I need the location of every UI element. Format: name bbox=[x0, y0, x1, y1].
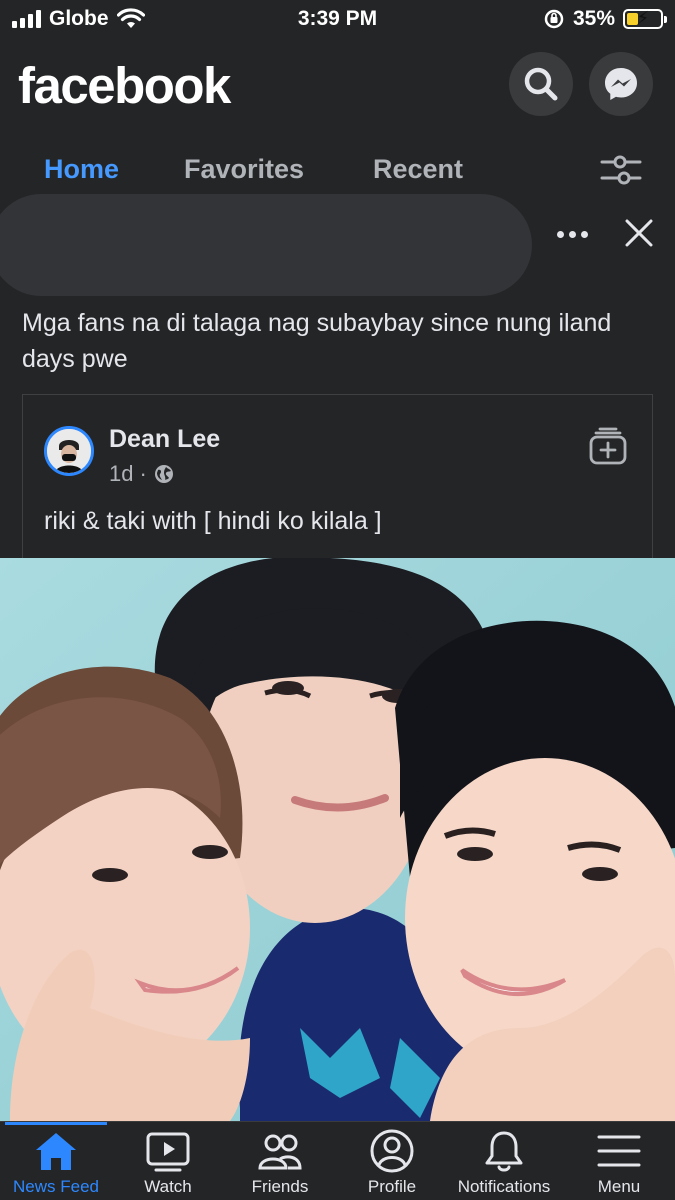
post-time[interactable]: 1d bbox=[109, 461, 133, 487]
author-name[interactable]: Dean Lee bbox=[109, 425, 220, 454]
hamburger-icon bbox=[597, 1135, 641, 1167]
home-icon bbox=[36, 1133, 76, 1170]
app-header: facebook bbox=[0, 40, 675, 130]
friends-icon bbox=[258, 1134, 302, 1170]
nav-watch[interactable]: Watch bbox=[112, 1128, 224, 1200]
post-photo[interactable] bbox=[0, 558, 675, 1121]
status-bar: Globe 3:39 PM 35% ⚡ bbox=[0, 0, 675, 38]
active-tab-indicator bbox=[5, 1122, 107, 1125]
group-selfie-image bbox=[0, 558, 675, 1121]
battery-percent: 35% bbox=[572, 7, 615, 30]
orientation-lock-icon bbox=[544, 9, 564, 29]
nav-menu[interactable]: Menu bbox=[563, 1128, 675, 1200]
save-collection-icon[interactable] bbox=[588, 427, 628, 465]
tab-favorites[interactable]: Favorites bbox=[184, 154, 304, 185]
post-caption: Mga fans na di talaga nag subaybay since… bbox=[22, 309, 612, 373]
messenger-icon bbox=[605, 68, 637, 100]
search-button[interactable] bbox=[509, 52, 573, 116]
feed-tabs: Home Favorites Recent bbox=[0, 140, 675, 200]
shared-post-card[interactable]: Dean Lee 1d · riki & taki with [ hindi k… bbox=[22, 394, 653, 574]
nav-label-friends: Friends bbox=[251, 1177, 309, 1196]
globe-icon bbox=[154, 465, 173, 483]
close-icon[interactable] bbox=[622, 216, 656, 250]
filter-icon[interactable] bbox=[600, 154, 642, 188]
nav-label-menu: Menu bbox=[597, 1177, 641, 1196]
shared-post-text: riki & taki with [ hindi ko kilala ] bbox=[44, 507, 382, 535]
nav-label-notifications: Notifications bbox=[457, 1177, 551, 1196]
nav-news-feed[interactable]: News Feed bbox=[0, 1128, 112, 1200]
post-meta: 1d · bbox=[109, 461, 175, 487]
profile-icon bbox=[370, 1129, 414, 1173]
nav-label-news-feed: News Feed bbox=[13, 1177, 99, 1196]
nav-profile[interactable]: Profile bbox=[336, 1128, 448, 1200]
avatar[interactable] bbox=[44, 426, 94, 476]
battery-icon: ⚡ bbox=[623, 8, 667, 29]
messenger-button[interactable] bbox=[589, 52, 653, 116]
tab-home[interactable]: Home bbox=[44, 154, 119, 185]
search-icon bbox=[524, 67, 558, 101]
tab-recent[interactable]: Recent bbox=[373, 154, 463, 185]
redacted-poster-info bbox=[0, 194, 532, 296]
more-options-icon[interactable] bbox=[557, 228, 591, 240]
facebook-logo[interactable]: facebook bbox=[18, 56, 231, 115]
nav-label-profile: Profile bbox=[367, 1177, 417, 1196]
play-icon bbox=[146, 1132, 190, 1172]
nav-label-watch: Watch bbox=[144, 1177, 192, 1196]
bottom-nav: News Feed Watch Friends Profile Notifica… bbox=[0, 1121, 675, 1200]
battery-group: 35% ⚡ bbox=[543, 7, 667, 31]
nav-notifications[interactable]: Notifications bbox=[448, 1128, 560, 1200]
bell-icon bbox=[485, 1131, 523, 1172]
meta-separator: · bbox=[139, 461, 147, 486]
nav-friends[interactable]: Friends bbox=[224, 1128, 336, 1200]
